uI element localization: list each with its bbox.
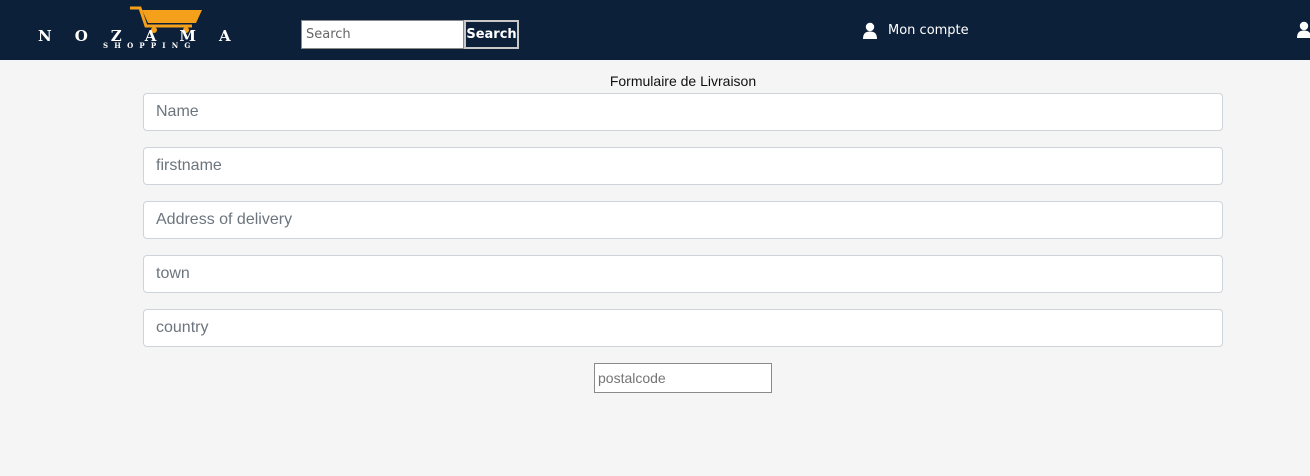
nozama-logo[interactable]: NOZAMA SHOPPING <box>38 4 238 54</box>
top-navbar: NOZAMA SHOPPING Search Mon compte <box>0 0 1310 60</box>
country-field[interactable] <box>143 309 1223 347</box>
search-input[interactable] <box>301 20 464 49</box>
address-field[interactable] <box>143 201 1223 239</box>
user-icon <box>863 22 877 39</box>
town-field[interactable] <box>143 255 1223 293</box>
name-field[interactable] <box>143 93 1223 131</box>
search-button[interactable]: Search <box>464 20 519 49</box>
form-title: Formulaire de Livraison <box>609 73 757 89</box>
postalcode-field[interactable] <box>594 363 772 393</box>
firstname-field[interactable] <box>143 147 1223 185</box>
my-account-label: Mon compte <box>888 22 969 38</box>
user-icon[interactable] <box>1296 21 1310 38</box>
logo-subtitle: SHOPPING <box>103 41 197 50</box>
my-account-link[interactable]: Mon compte <box>862 21 969 39</box>
